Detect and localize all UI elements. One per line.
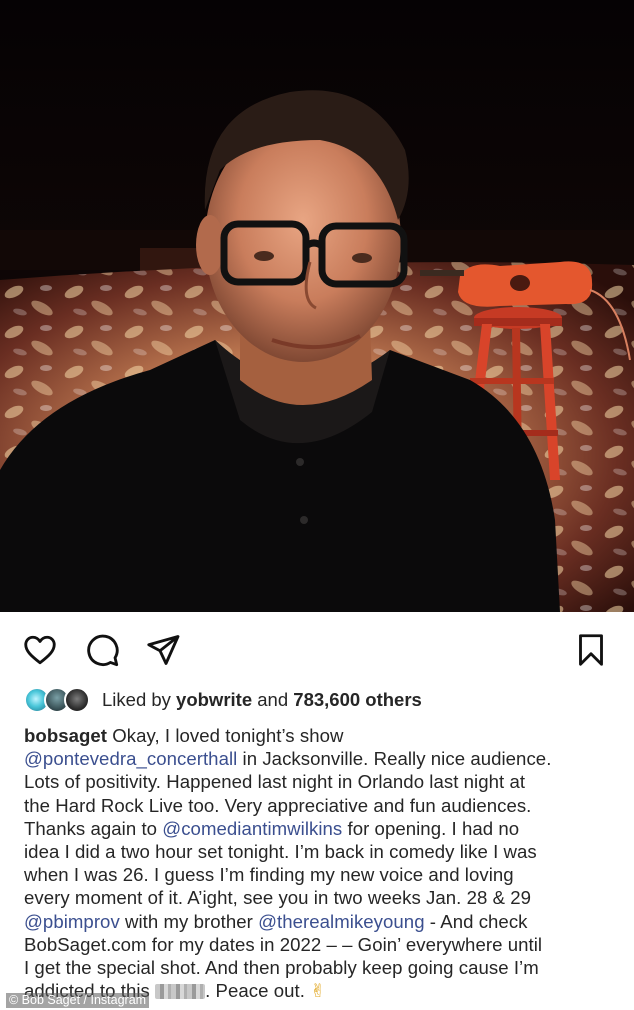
caption-line: @pbimprov with my brother @therealmikeyo… bbox=[24, 910, 624, 933]
caption-text: the Hard Rock Live too. Very appreciativ… bbox=[24, 794, 532, 816]
caption-line: @pontevedra_concerthall in Jacksonville.… bbox=[24, 747, 624, 770]
caption-text: when I was 26. I guess I’m finding my ne… bbox=[24, 864, 514, 886]
bookmark-icon bbox=[579, 634, 603, 666]
caption-line: idea I did a two hour set tonight. I’m b… bbox=[24, 840, 624, 863]
caption-text: - And check bbox=[424, 910, 528, 932]
caption-line: every moment of it. A’ight, see you in t… bbox=[24, 886, 624, 909]
likes-conjunction: and bbox=[257, 689, 289, 710]
caption-username[interactable]: bobsaget bbox=[24, 725, 107, 746]
photo-credit: © Bob Saget / Instagram bbox=[6, 993, 150, 1008]
mention-link[interactable]: @comediantimwilkins bbox=[162, 818, 342, 839]
mention-link[interactable]: @pontevedra_concerthall bbox=[24, 748, 237, 769]
caption-line: Thanks again to @comediantimwilkins for … bbox=[24, 817, 624, 840]
caption-line: bobsaget Okay, I loved tonight’s show bbox=[24, 724, 624, 747]
caption-text: Okay, I loved tonight’s show bbox=[112, 725, 344, 746]
liker-avatars[interactable] bbox=[24, 685, 96, 715]
caption-line: Lots of positivity. Happened last night … bbox=[24, 770, 624, 793]
likes-summary: Liked by yobwrite and 783,600 others bbox=[102, 689, 422, 711]
caption-text: BobSaget.com for my dates in 2022 – – Go… bbox=[24, 933, 543, 955]
heart-icon bbox=[24, 635, 56, 665]
post-action-bar bbox=[0, 620, 634, 680]
caption-text: Thanks again to bbox=[24, 817, 163, 839]
avatar bbox=[64, 687, 90, 713]
caption-text: I get the special shot. And then probabl… bbox=[24, 957, 539, 979]
selfie-image bbox=[0, 0, 634, 612]
censored-word bbox=[155, 984, 206, 1000]
save-button[interactable] bbox=[571, 630, 611, 670]
like-button[interactable] bbox=[20, 630, 60, 670]
share-button[interactable] bbox=[143, 630, 183, 670]
caption-line: when I was 26. I guess I’m finding my ne… bbox=[24, 863, 624, 886]
caption-line: I get the special shot. And then probabl… bbox=[24, 956, 624, 979]
comment-button[interactable] bbox=[82, 630, 122, 670]
caption-text: Lots of positivity. Happened last night … bbox=[24, 771, 526, 793]
peace-sign-emoji: ✌ bbox=[310, 981, 326, 1003]
post-photo[interactable] bbox=[0, 0, 634, 612]
caption-text: for opening. I had no bbox=[342, 817, 520, 839]
caption-text: idea I did a two hour set tonight. I’m b… bbox=[24, 841, 537, 863]
likes-prefix: Liked by bbox=[102, 689, 171, 710]
likes-count[interactable]: 783,600 others bbox=[293, 689, 422, 710]
mention-link[interactable]: @therealmikeyoung bbox=[258, 911, 425, 932]
paper-plane-icon bbox=[147, 635, 180, 665]
comment-bubble-icon bbox=[87, 634, 119, 667]
caption-text: . Peace out. bbox=[205, 980, 311, 1002]
liker-username[interactable]: yobwrite bbox=[176, 689, 252, 710]
post-caption: bobsaget Okay, I loved tonight’s show @po… bbox=[24, 724, 624, 1003]
likes-row[interactable]: Liked by yobwrite and 783,600 others bbox=[24, 684, 422, 716]
caption-text: with my brother bbox=[119, 910, 259, 932]
caption-text: every moment of it. A’ight, see you in t… bbox=[24, 887, 532, 909]
caption-text: in Jacksonville. Really nice audience. bbox=[237, 748, 552, 770]
caption-line: BobSaget.com for my dates in 2022 – – Go… bbox=[24, 933, 624, 956]
mention-link[interactable]: @pbimprov bbox=[24, 911, 120, 932]
caption-line: the Hard Rock Live too. Very appreciativ… bbox=[24, 794, 624, 817]
